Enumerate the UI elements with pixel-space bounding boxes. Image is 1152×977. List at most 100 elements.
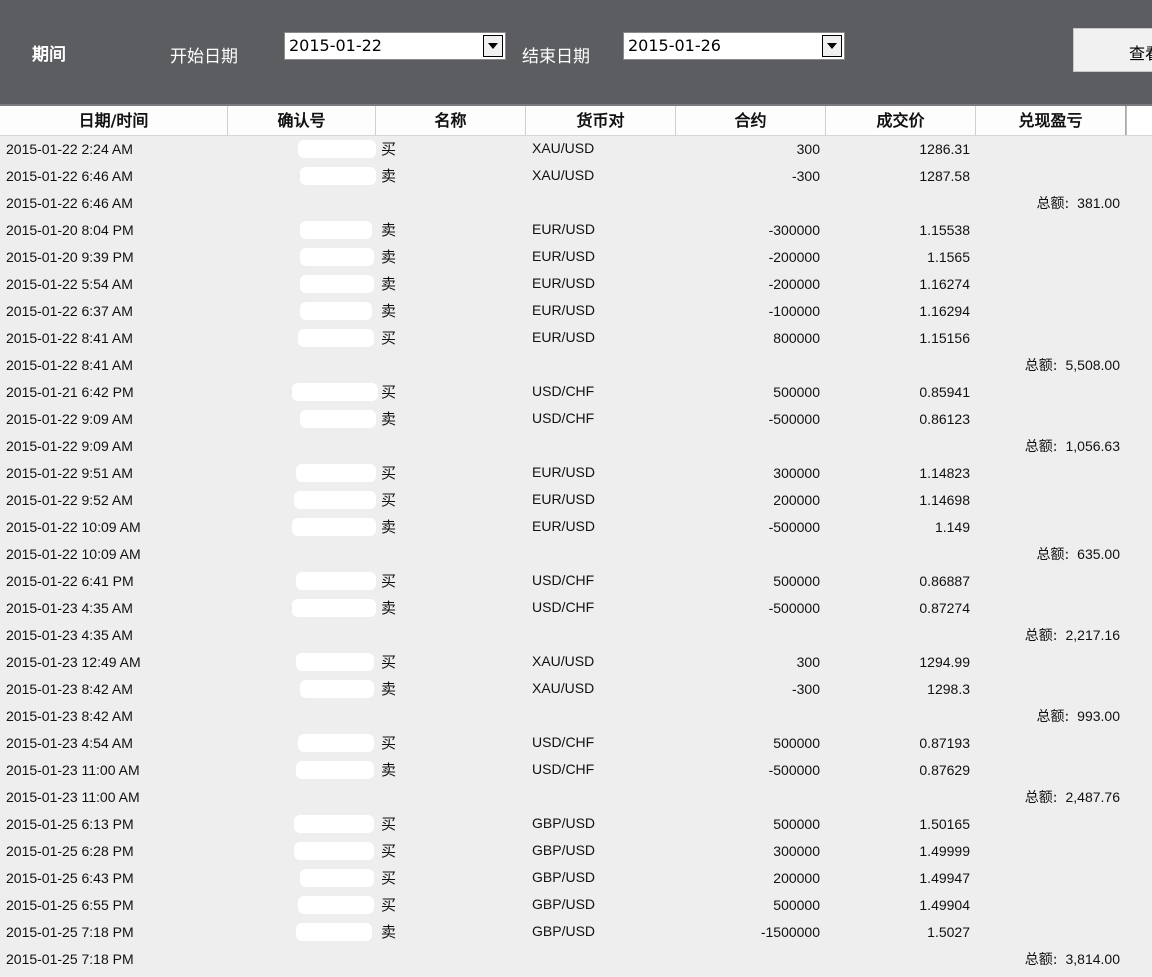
- cell-pair: EUR/USD: [532, 248, 596, 264]
- end-date-value: 2015-01-26: [628, 36, 721, 55]
- cell-contract: 500000: [773, 816, 820, 832]
- filter-bar: 期间 开始日期 2015-01-22 结束日期 2015-01-26 查看: [0, 0, 1152, 104]
- table-row[interactable]: 2015-01-22 9:52 AM 买 EUR/USD 200000 1.14698: [0, 487, 1152, 514]
- table-row[interactable]: 2015-01-23 4:35 AM 卖 USD/CHF -500000 0.87274: [0, 595, 1152, 622]
- redacted-confirmation: [292, 599, 376, 617]
- cell-price: 1.49904: [919, 897, 970, 913]
- column-header-confirmation[interactable]: 确认号: [228, 106, 376, 135]
- cell-side: 买: [381, 329, 397, 347]
- cell-datetime: 2015-01-20 8:04 PM: [6, 222, 134, 238]
- cell-datetime: 2015-01-23 11:00 AM: [6, 762, 140, 778]
- cell-contract: 500000: [773, 735, 820, 751]
- total-value: 635.00: [1077, 546, 1120, 562]
- cell-contract: 300000: [773, 465, 820, 481]
- chevron-down-icon[interactable]: [822, 35, 842, 57]
- table-row[interactable]: 2015-01-22 10:09 AM 总额: 635.00: [0, 541, 1152, 568]
- table-row[interactable]: 2015-01-23 12:49 AM 买 XAU/USD 300 1294.99: [0, 649, 1152, 676]
- table-row[interactable]: 2015-01-23 4:54 AM 买 USD/CHF 500000 0.87193: [0, 730, 1152, 757]
- table-row[interactable]: 2015-01-21 6:42 PM 买 USD/CHF 500000 0.85941: [0, 379, 1152, 406]
- cell-contract: 300: [796, 654, 820, 670]
- table-row[interactable]: 2015-01-22 9:51 AM 买 EUR/USD 300000 1.14823: [0, 460, 1152, 487]
- table-row[interactable]: 2015-01-25 6:28 PM 买 GBP/USD 300000 1.49999: [0, 838, 1152, 865]
- redacted-confirmation: [298, 896, 374, 914]
- redacted-confirmation: [300, 275, 374, 293]
- column-header-pair[interactable]: 货币对: [526, 106, 676, 135]
- query-button[interactable]: 查看: [1073, 28, 1152, 72]
- total-label: 总额:: [1024, 628, 1058, 644]
- cell-datetime: 2015-01-25 6:55 PM: [6, 897, 134, 913]
- cell-pair: EUR/USD: [532, 302, 596, 318]
- table-row[interactable]: 2015-01-23 11:00 AM 总额: 2,487.76: [0, 784, 1152, 811]
- redacted-confirmation: [300, 410, 376, 428]
- table-row[interactable]: 2015-01-22 10:09 AM 卖 EUR/USD -500000 1.149: [0, 514, 1152, 541]
- redacted-confirmation: [300, 869, 374, 887]
- table-row[interactable]: 2015-01-25 7:18 PM 总额: 3,814.00: [0, 946, 1152, 973]
- table-row[interactable]: 2015-01-20 9:39 PM 卖 EUR/USD -200000 1.1565: [0, 244, 1152, 271]
- table-row[interactable]: 2015-01-22 9:09 AM 总额: 1,056.63: [0, 433, 1152, 460]
- redacted-confirmation: [300, 680, 374, 698]
- column-header-name[interactable]: 名称: [376, 106, 526, 135]
- start-date-select[interactable]: 2015-01-22: [284, 32, 506, 60]
- cell-datetime: 2015-01-22 6:41 PM: [6, 573, 134, 589]
- table-row[interactable]: 2015-01-25 6:55 PM 买 GBP/USD 500000 1.49904: [0, 892, 1152, 919]
- table-row[interactable]: 2015-01-20 8:04 PM 卖 EUR/USD -300000 1.15538: [0, 217, 1152, 244]
- table-row[interactable]: 2015-01-22 6:41 PM 买 USD/CHF 500000 0.86887: [0, 568, 1152, 595]
- cell-side: 卖: [381, 221, 397, 239]
- total-value: 381.00: [1077, 195, 1120, 211]
- table-row[interactable]: 2015-01-23 8:42 AM 卖 XAU/USD -300 1298.3: [0, 676, 1152, 703]
- cell-contract: -1500000: [760, 924, 820, 940]
- cell-total: 总额: 381.00: [1000, 190, 1120, 217]
- cell-datetime: 2015-01-25 7:18 PM: [6, 924, 134, 940]
- column-header-price[interactable]: 成交价: [826, 106, 976, 135]
- cell-side: 卖: [381, 410, 397, 428]
- table-row[interactable]: 2015-01-23 11:00 AM 卖 USD/CHF -500000 0.8762…: [0, 757, 1152, 784]
- cell-pair: USD/CHF: [532, 599, 595, 615]
- redacted-confirmation: [298, 329, 374, 347]
- table-row[interactable]: 2015-01-25 6:43 PM 买 GBP/USD 200000 1.49947: [0, 865, 1152, 892]
- table-row[interactable]: 2015-01-22 8:41 AM 总额: 5,508.00: [0, 352, 1152, 379]
- cell-side: 买: [381, 842, 397, 860]
- cell-side: 卖: [381, 518, 397, 536]
- table-row[interactable]: 2015-01-22 9:09 AM 卖 USD/CHF -500000 0.86123: [0, 406, 1152, 433]
- redacted-confirmation: [296, 761, 374, 779]
- cell-pair: XAU/USD: [532, 680, 595, 696]
- cell-datetime: 2015-01-22 9:51 AM: [6, 465, 133, 481]
- column-header-realized-pl[interactable]: 兑现盈亏: [976, 106, 1126, 135]
- column-header-contract[interactable]: 合约: [676, 106, 826, 135]
- cell-pair: GBP/USD: [532, 896, 596, 912]
- cell-contract: 200000: [773, 870, 820, 886]
- cell-datetime: 2015-01-23 8:42 AM: [6, 681, 133, 697]
- cell-pair: EUR/USD: [532, 491, 596, 507]
- table-row[interactable]: 2015-01-22 6:46 AM 总额: 381.00: [0, 190, 1152, 217]
- redacted-confirmation: [298, 140, 376, 158]
- table-row[interactable]: 2015-01-22 5:54 AM 卖 EUR/USD -200000 1.16274: [0, 271, 1152, 298]
- cell-contract: -300: [791, 168, 820, 184]
- cell-contract: 800000: [773, 330, 820, 346]
- table-row[interactable]: 2015-01-23 8:42 AM 总额: 993.00: [0, 703, 1152, 730]
- cell-price: 1.5027: [927, 924, 970, 940]
- cell-price: 0.87274: [919, 600, 970, 616]
- redacted-confirmation: [294, 842, 374, 860]
- cell-datetime: 2015-01-25 7:18 PM: [6, 951, 134, 967]
- cell-side: 买: [381, 572, 397, 590]
- cell-datetime: 2015-01-22 8:41 AM: [6, 357, 133, 373]
- table-row[interactable]: 2015-01-25 7:18 PM 卖 GBP/USD -1500000 1.5027: [0, 919, 1152, 946]
- table-row[interactable]: 2015-01-22 6:37 AM 卖 EUR/USD -100000 1.16294: [0, 298, 1152, 325]
- cell-price: 1294.99: [919, 654, 970, 670]
- cell-pair: GBP/USD: [532, 923, 596, 939]
- chevron-down-icon[interactable]: [483, 35, 503, 57]
- table-row[interactable]: 2015-01-22 8:41 AM 买 EUR/USD 800000 1.15156: [0, 325, 1152, 352]
- trade-table-body: 2015-01-22 2:24 AM 买 XAU/USD 300 1286.31 2015…: [0, 136, 1152, 977]
- total-value: 3,814.00: [1065, 951, 1121, 967]
- end-date-select[interactable]: 2015-01-26: [623, 32, 845, 60]
- table-header: 日期/时间 确认号 名称 货币对 合约 成交价 兑现盈亏: [0, 106, 1152, 136]
- cell-pair: EUR/USD: [532, 275, 596, 291]
- table-row[interactable]: 2015-01-22 6:46 AM 卖 XAU/USD -300 1287.58: [0, 163, 1152, 190]
- redacted-confirmation: [296, 464, 376, 482]
- column-header-datetime[interactable]: 日期/时间: [0, 106, 228, 135]
- cell-total: 总额: 2,217.16: [1000, 622, 1120, 649]
- cell-total: 总额: 1,056.63: [1000, 433, 1120, 460]
- table-row[interactable]: 2015-01-23 4:35 AM 总额: 2,217.16: [0, 622, 1152, 649]
- table-row[interactable]: 2015-01-22 2:24 AM 买 XAU/USD 300 1286.31: [0, 136, 1152, 163]
- table-row[interactable]: 2015-01-25 6:13 PM 买 GBP/USD 500000 1.50165: [0, 811, 1152, 838]
